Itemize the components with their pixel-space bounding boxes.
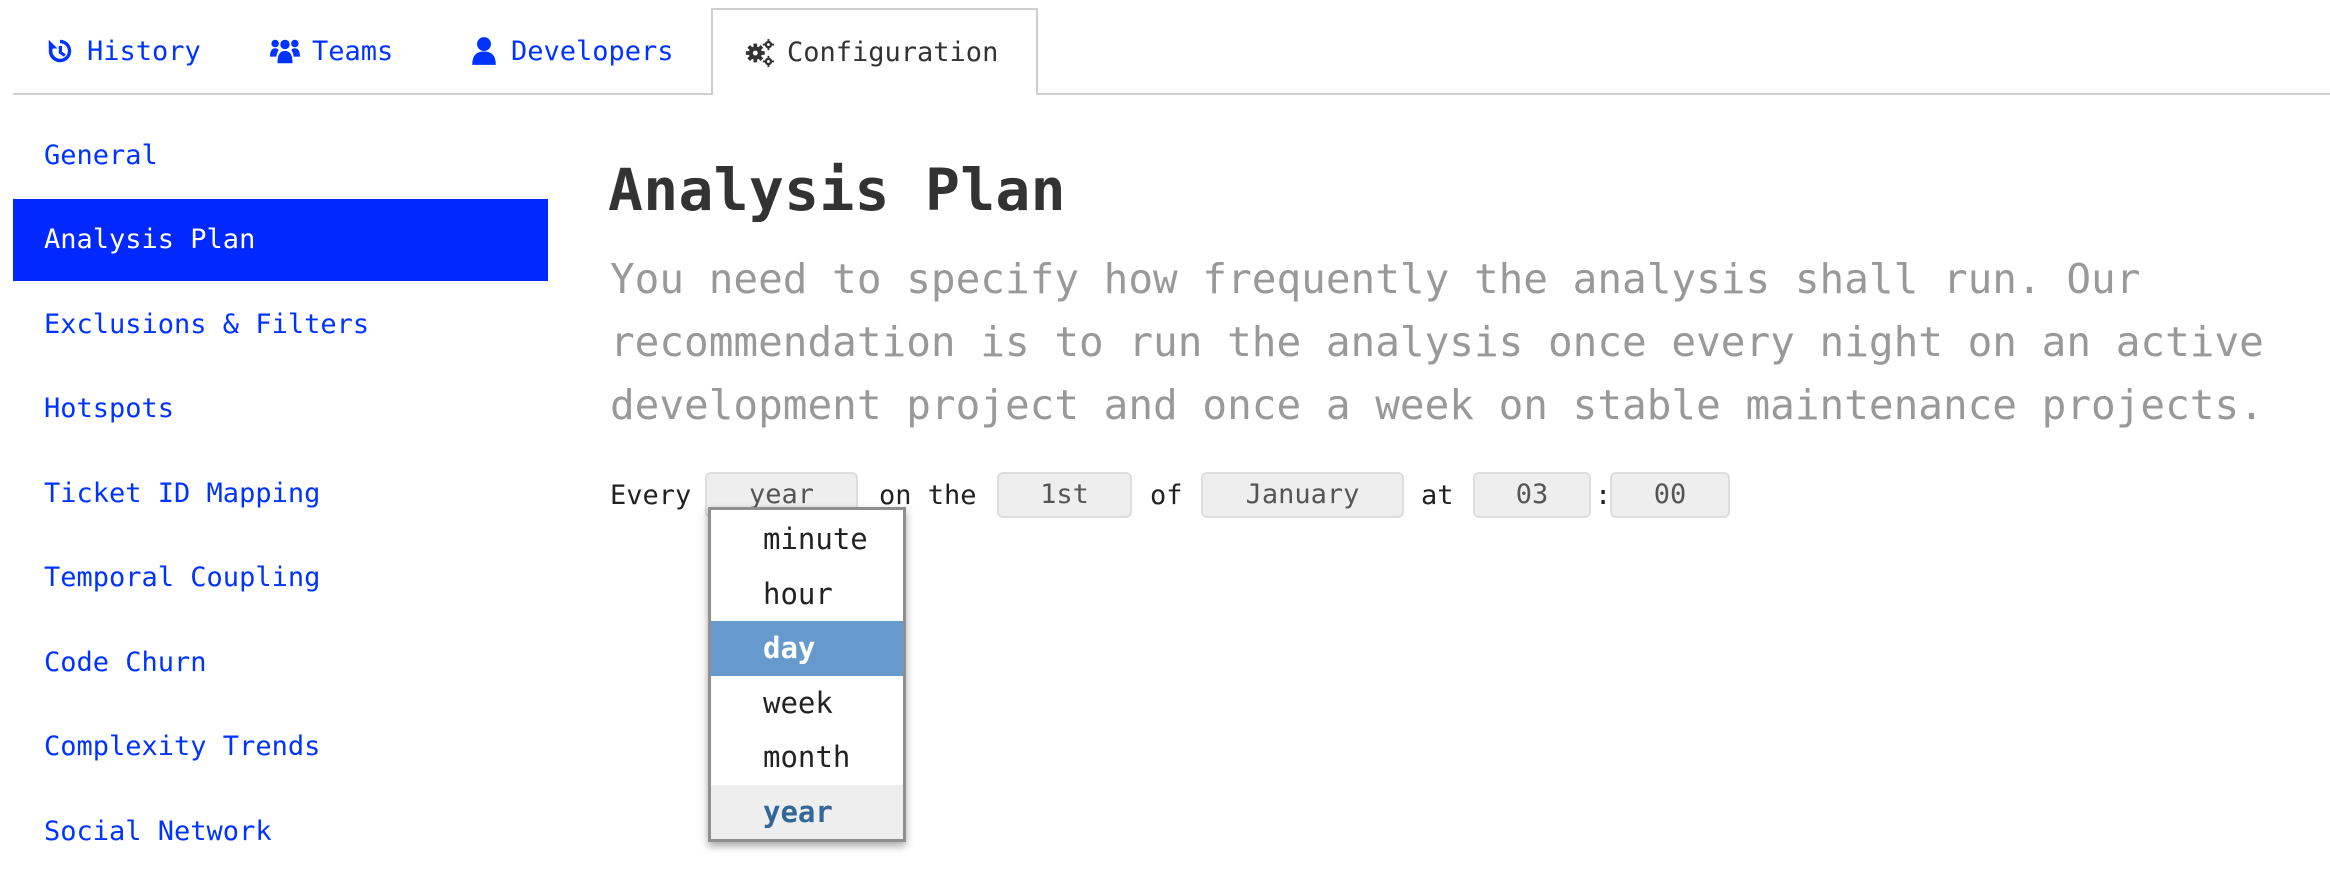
description-line: recommendation is to run the analysis on… xyxy=(610,318,2264,366)
tab-developers[interactable]: Developers xyxy=(469,9,674,93)
page-description: You need to specify how frequently the a… xyxy=(610,248,2330,437)
tab-history-label: History xyxy=(87,35,201,67)
of-label: of xyxy=(1150,480,1183,511)
sidebar-item-ticket-id-mapping[interactable]: Ticket ID Mapping xyxy=(13,451,548,536)
period-option-year[interactable]: year xyxy=(711,784,903,839)
sidebar-item-label: General xyxy=(44,139,158,171)
sidebar-item-label: Temporal Coupling xyxy=(44,562,321,594)
sidebar-item-analysis-plan[interactable]: Analysis Plan xyxy=(13,198,548,281)
description-line: development project and once a week on s… xyxy=(610,381,2264,429)
time-separator: : xyxy=(1595,480,1612,511)
sidebar-item-label: Ticket ID Mapping xyxy=(44,477,321,509)
tab-history[interactable]: History xyxy=(45,9,201,93)
history-icon xyxy=(45,36,75,66)
sidebar-item-label: Exclusions & Filters xyxy=(44,308,370,340)
sidebar-item-label: Hotspots xyxy=(44,393,175,425)
analysis-plan-panel: Analysis Plan You need to specify how fr… xyxy=(608,150,2330,437)
sidebar-item-social-network[interactable]: Social Network xyxy=(13,789,548,874)
period-dropdown-list: minute hour day week month year xyxy=(708,507,906,842)
period-option-hour[interactable]: hour xyxy=(711,567,903,622)
period-option-minute[interactable]: minute xyxy=(711,512,903,567)
period-option-week[interactable]: week xyxy=(711,676,903,731)
period-option-month[interactable]: month xyxy=(711,730,903,785)
sidebar-item-temporal-coupling[interactable]: Temporal Coupling xyxy=(13,536,548,621)
tab-developers-label: Developers xyxy=(511,35,674,67)
gears-icon xyxy=(745,38,775,68)
month-select[interactable]: January xyxy=(1201,472,1404,518)
config-sidebar: General Analysis Plan Exclusions & Filte… xyxy=(13,113,548,874)
sidebar-item-label: Complexity Trends xyxy=(44,731,321,763)
hour-select[interactable]: 03 xyxy=(1473,472,1591,518)
users-icon xyxy=(270,36,300,66)
minute-select[interactable]: 00 xyxy=(1610,472,1730,518)
tab-teams[interactable]: Teams xyxy=(270,9,393,93)
every-label: Every xyxy=(610,480,692,511)
sidebar-item-complexity-trends[interactable]: Complexity Trends xyxy=(13,705,548,790)
tab-teams-label: Teams xyxy=(312,35,394,67)
at-label: at xyxy=(1421,480,1454,511)
description-line: You need to specify how frequently the a… xyxy=(610,255,2141,303)
period-option-day[interactable]: day xyxy=(711,621,903,676)
sidebar-item-label: Social Network xyxy=(44,815,272,847)
user-icon xyxy=(469,36,499,66)
tab-configuration-label: Configuration xyxy=(787,37,999,68)
page-title: Analysis Plan xyxy=(608,156,1066,224)
sidebar-item-label: Code Churn xyxy=(44,646,207,678)
day-select[interactable]: 1st xyxy=(997,472,1132,518)
sidebar-item-label: Analysis Plan xyxy=(44,224,256,255)
sidebar-item-general[interactable]: General xyxy=(13,113,548,198)
sidebar-item-exclusions-filters[interactable]: Exclusions & Filters xyxy=(13,282,548,367)
sidebar-item-code-churn[interactable]: Code Churn xyxy=(13,620,548,705)
tab-configuration[interactable]: Configuration xyxy=(711,8,1038,95)
main-tab-bar: History Teams Developers Configuration xyxy=(13,0,2330,95)
sidebar-item-hotspots[interactable]: Hotspots xyxy=(13,367,548,452)
